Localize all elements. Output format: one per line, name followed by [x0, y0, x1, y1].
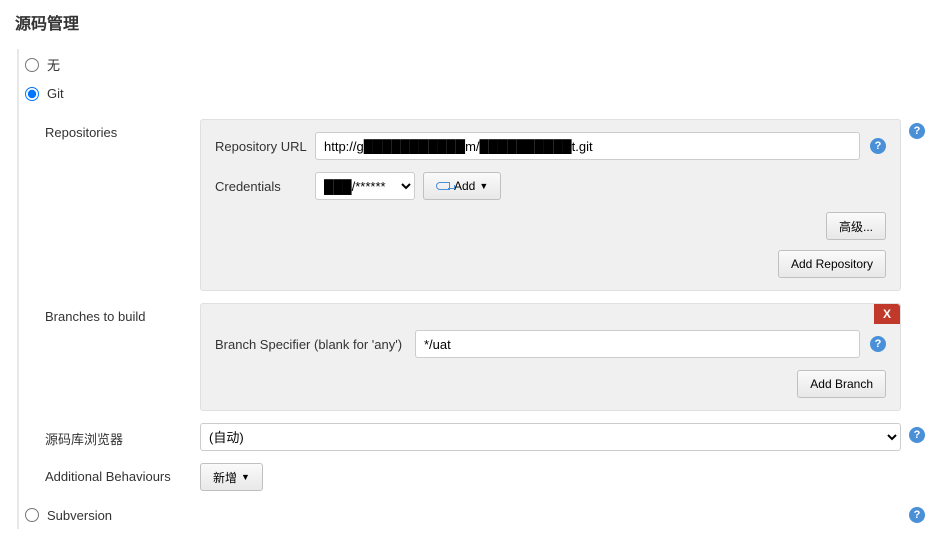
scm-option-git[interactable]: Git	[25, 80, 925, 107]
browser-label: 源码库浏览器	[45, 423, 200, 448]
radio-git-label: Git	[47, 86, 64, 101]
advanced-button[interactable]: 高级...	[826, 212, 886, 240]
section-title: 源码管理	[15, 0, 925, 49]
branches-label: Branches to build	[45, 303, 200, 324]
radio-subversion[interactable]	[25, 508, 39, 522]
scm-option-subversion[interactable]: Subversion ?	[25, 501, 925, 529]
help-icon[interactable]: ?	[909, 507, 925, 523]
branch-specifier-label: Branch Specifier (blank for 'any')	[215, 337, 415, 352]
add-behaviour-label: 新增	[213, 469, 237, 486]
branches-panel: X Branch Specifier (blank for 'any') ? A…	[200, 303, 901, 411]
help-icon[interactable]: ?	[870, 138, 886, 154]
branch-specifier-input[interactable]	[415, 330, 860, 358]
add-repository-button[interactable]: Add Repository	[778, 250, 886, 278]
repo-url-label: Repository URL	[215, 139, 315, 154]
add-credentials-label: Add	[454, 179, 475, 193]
help-icon[interactable]: ?	[870, 336, 886, 352]
scm-option-none[interactable]: 无	[25, 49, 925, 80]
close-icon[interactable]: X	[874, 304, 900, 324]
radio-none-label: 无	[47, 55, 60, 74]
additional-label: Additional Behaviours	[45, 463, 200, 484]
radio-none[interactable]	[25, 58, 39, 72]
help-icon[interactable]: ?	[909, 123, 925, 139]
help-icon[interactable]: ?	[909, 427, 925, 443]
radio-git[interactable]	[25, 87, 39, 101]
radio-subversion-label: Subversion	[47, 508, 112, 523]
credentials-label: Credentials	[215, 179, 315, 194]
repositories-label: Repositories	[45, 119, 200, 140]
key-icon	[436, 182, 450, 190]
add-credentials-button[interactable]: Add ▼	[423, 172, 501, 200]
chevron-down-icon: ▼	[479, 181, 488, 191]
browser-select[interactable]: (自动)	[200, 423, 901, 451]
repo-url-input[interactable]	[315, 132, 860, 160]
add-branch-button[interactable]: Add Branch	[797, 370, 886, 398]
credentials-select[interactable]: ███/******	[315, 172, 415, 200]
add-behaviour-button[interactable]: 新增 ▼	[200, 463, 263, 491]
repositories-panel: Repository URL ? Credentials ███/******	[200, 119, 901, 291]
chevron-down-icon: ▼	[241, 472, 250, 482]
